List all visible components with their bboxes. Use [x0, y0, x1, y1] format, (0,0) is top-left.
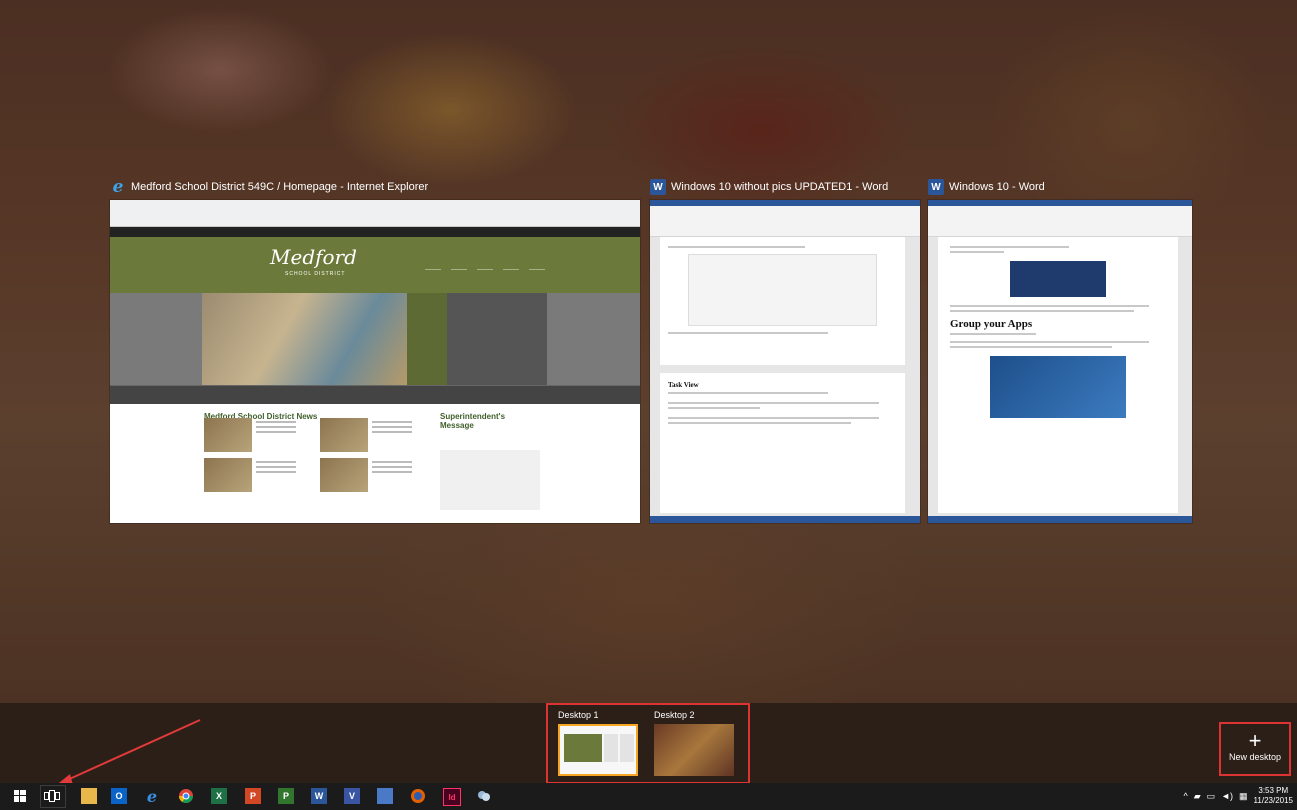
news-grid — [204, 418, 430, 492]
word-ribbon — [928, 206, 1192, 237]
news-item — [204, 458, 314, 492]
task-view-button-highlight — [40, 785, 66, 808]
desktop-label: Desktop 1 — [558, 710, 599, 720]
network-app-icon[interactable] — [377, 788, 393, 804]
hero-links — [447, 293, 547, 385]
firefox-icon[interactable] — [410, 788, 426, 804]
window-title: Windows 10 without pics UPDATED1 - Word — [671, 181, 889, 193]
keyboard-icon[interactable]: ▦ — [1239, 791, 1248, 802]
word-status-bar — [650, 516, 920, 523]
desktop-2[interactable]: Desktop 2 — [654, 709, 734, 776]
indesign-icon[interactable]: Id — [443, 788, 461, 806]
news-item — [320, 458, 430, 492]
document-page: Task View — [660, 373, 905, 513]
excel-icon[interactable]: X — [211, 788, 227, 804]
desktop-1[interactable]: Desktop 1 — [558, 709, 638, 776]
clock-time: 3:53 PM — [1258, 786, 1289, 795]
desktops-highlight: Desktop 1 Desktop 2 — [546, 703, 750, 784]
project-icon[interactable]: P — [278, 788, 294, 804]
hero-tabs — [407, 293, 447, 385]
site-main-menu — [110, 385, 640, 404]
window-title-bar: W Windows 10 without pics UPDATED1 - Wor… — [650, 178, 920, 196]
window-title: Medford School District 549C / Homepage … — [131, 181, 429, 193]
window-word-2[interactable]: W Windows 10 - Word Group your Apps — [928, 178, 1192, 523]
window-thumbnail[interactable]: Group your Apps — [928, 200, 1192, 523]
word-status-bar — [928, 516, 1192, 523]
start-icon[interactable] — [12, 788, 28, 804]
word-document-area: Group your Apps — [928, 237, 1192, 516]
file-explorer-icon[interactable] — [81, 788, 97, 804]
plus-icon: + — [1248, 728, 1262, 753]
window-thumbnail[interactable]: Task View — [650, 200, 920, 523]
word-icon: W — [928, 179, 944, 195]
desktop-thumbnail[interactable] — [558, 724, 638, 776]
new-desktop-button[interactable]: + New desktop — [1219, 722, 1291, 776]
edge-icon[interactable]: e — [144, 787, 160, 806]
outlook-icon[interactable]: O — [111, 788, 127, 804]
document-heading: Task View — [668, 381, 699, 389]
window-internet-explorer[interactable]: e Medford School District 549C / Homepag… — [110, 177, 640, 523]
browser-chrome — [110, 200, 640, 227]
visio-icon[interactable]: V — [344, 788, 360, 804]
window-word-1[interactable]: W Windows 10 without pics UPDATED1 - Wor… — [650, 178, 920, 523]
window-title: Windows 10 - Word — [949, 181, 1045, 193]
volume-icon[interactable]: ◄) — [1221, 791, 1233, 801]
internet-explorer-icon: e — [112, 177, 124, 197]
desktop-label: Desktop 2 — [654, 710, 695, 720]
word-ribbon — [650, 206, 920, 237]
hero-photo — [202, 293, 407, 385]
news-item — [204, 418, 314, 452]
site-logo-subtitle: SCHOOL DISTRICT — [285, 271, 346, 277]
quick-links — [425, 247, 545, 270]
settings-app-icon[interactable] — [476, 788, 492, 804]
powerpoint-icon[interactable]: P — [245, 788, 261, 804]
document-heading: Group your Apps — [950, 318, 1033, 330]
context-menu-screenshot — [1010, 261, 1106, 297]
start-menu-screenshot — [990, 356, 1126, 418]
chevron-up-icon[interactable]: ^ — [1183, 791, 1187, 801]
action-center-icon[interactable]: ▭ — [1207, 791, 1216, 802]
clock-date: 11/23/2015 — [1253, 796, 1293, 805]
hero-section — [110, 293, 640, 385]
site-top-nav — [110, 227, 640, 237]
word-icon: W — [650, 179, 666, 195]
superintendent-heading: Superintendent's Message — [440, 412, 506, 430]
word-document-area: Task View — [650, 237, 920, 516]
word-icon[interactable]: W — [311, 788, 327, 804]
document-page — [660, 237, 905, 365]
window-thumbnail[interactable]: Medford SCHOOL DISTRICT Medford School D… — [110, 200, 640, 523]
settings-screenshot — [688, 254, 877, 326]
site-logo: Medford — [270, 245, 357, 269]
network-icon[interactable]: ▰ — [1194, 791, 1201, 802]
new-desktop-label: New desktop — [1228, 752, 1282, 762]
chrome-icon[interactable] — [178, 788, 194, 804]
system-tray: ^ ▰ ▭ ◄) ▦ 3:53 PM 11/23/2015 — [1183, 786, 1293, 806]
site-banner: Medford SCHOOL DISTRICT — [110, 237, 640, 293]
clock[interactable]: 3:53 PM 11/23/2015 — [1254, 786, 1293, 806]
news-item — [320, 418, 430, 452]
document-page: Group your Apps — [938, 237, 1178, 513]
desktop-thumbnail[interactable] — [654, 724, 734, 776]
window-title-bar: e Medford School District 549C / Homepag… — [110, 177, 640, 197]
superintendent-message-box — [440, 450, 540, 510]
taskbar: O e X P P W V Id ^ ▰ ▭ ◄) ▦ 3:53 PM 11/2… — [0, 783, 1297, 810]
window-title-bar: W Windows 10 - Word — [928, 178, 1192, 196]
